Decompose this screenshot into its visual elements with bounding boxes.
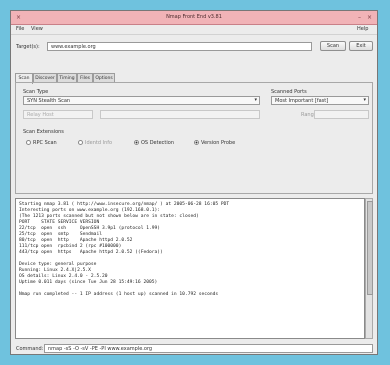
chevron-down-icon: ▾	[363, 97, 366, 103]
scan-extensions-label: Scan Extensions	[23, 129, 64, 135]
checkbox-box	[26, 140, 31, 145]
relay-host-placeholder: Relay Host	[23, 110, 93, 119]
title-bar: × Nmap Front End v3.81 – ×	[11, 11, 377, 25]
output-scrollbar[interactable]	[365, 198, 373, 339]
scan-type-select[interactable]: SYN Stealth Scan ▾	[23, 96, 260, 105]
menu-bar: File View Help	[11, 24, 377, 35]
scrollbar-thumb[interactable]	[367, 201, 373, 295]
scan-button[interactable]: Scan	[320, 41, 346, 51]
command-bar: Command: nmap -sS -O -sV -PE -PI www.exa…	[15, 344, 373, 353]
target-input[interactable]: www.example.org	[47, 42, 312, 51]
scanned-ports-label: Scanned Ports	[271, 89, 307, 95]
target-label: Target(s):	[16, 44, 40, 50]
checkbox-box	[78, 140, 83, 145]
scan-type-value: SYN Stealth Scan	[27, 98, 71, 104]
scan-type-label: Scan Type	[23, 89, 49, 95]
scanned-ports-value: Most Important [fast]	[275, 98, 329, 104]
rpc-scan-label: RPC Scan	[33, 140, 57, 146]
identd-info-label: Identd Info	[85, 140, 113, 146]
close-icon[interactable]: ×	[366, 14, 373, 21]
scanned-ports-select[interactable]: Most Important [fast] ▾	[271, 96, 369, 105]
checkbox-box	[194, 140, 199, 145]
checkbox-box	[134, 140, 139, 145]
scan-options-panel: Scan Type SYN Stealth Scan ▾ Relay Host …	[15, 82, 373, 194]
relay-host-input[interactable]	[100, 110, 260, 119]
exit-button[interactable]: Exit	[349, 41, 373, 51]
menu-file[interactable]: File	[16, 26, 24, 32]
range-input[interactable]	[314, 110, 369, 119]
minimize-icon[interactable]: –	[356, 14, 363, 21]
identd-info-checkbox[interactable]: Identd Info	[78, 140, 112, 146]
command-input[interactable]: nmap -sS -O -sV -PE -PI www.example.org	[44, 344, 373, 353]
rpc-scan-checkbox[interactable]: RPC Scan	[26, 140, 57, 146]
menu-view[interactable]: View	[31, 26, 43, 32]
version-probe-label: Version Probe	[201, 140, 236, 146]
nmapfe-window: × Nmap Front End v3.81 – × File View Hel…	[10, 10, 378, 355]
command-label: Command:	[16, 346, 44, 352]
chevron-down-icon: ▾	[254, 97, 257, 103]
window-title: Nmap Front End v3.81	[166, 14, 222, 20]
output-line: Nmap run completed -- 1 IP address (1 ho…	[19, 292, 219, 297]
scan-output[interactable]: Starting nmap 3.81 ( http://www.insecure…	[15, 198, 365, 339]
version-probe-checkbox[interactable]: Version Probe	[194, 140, 235, 146]
menu-help[interactable]: Help	[357, 26, 368, 32]
os-detection-checkbox[interactable]: OS Detection	[134, 140, 174, 146]
os-detection-label: OS Detection	[141, 140, 174, 146]
